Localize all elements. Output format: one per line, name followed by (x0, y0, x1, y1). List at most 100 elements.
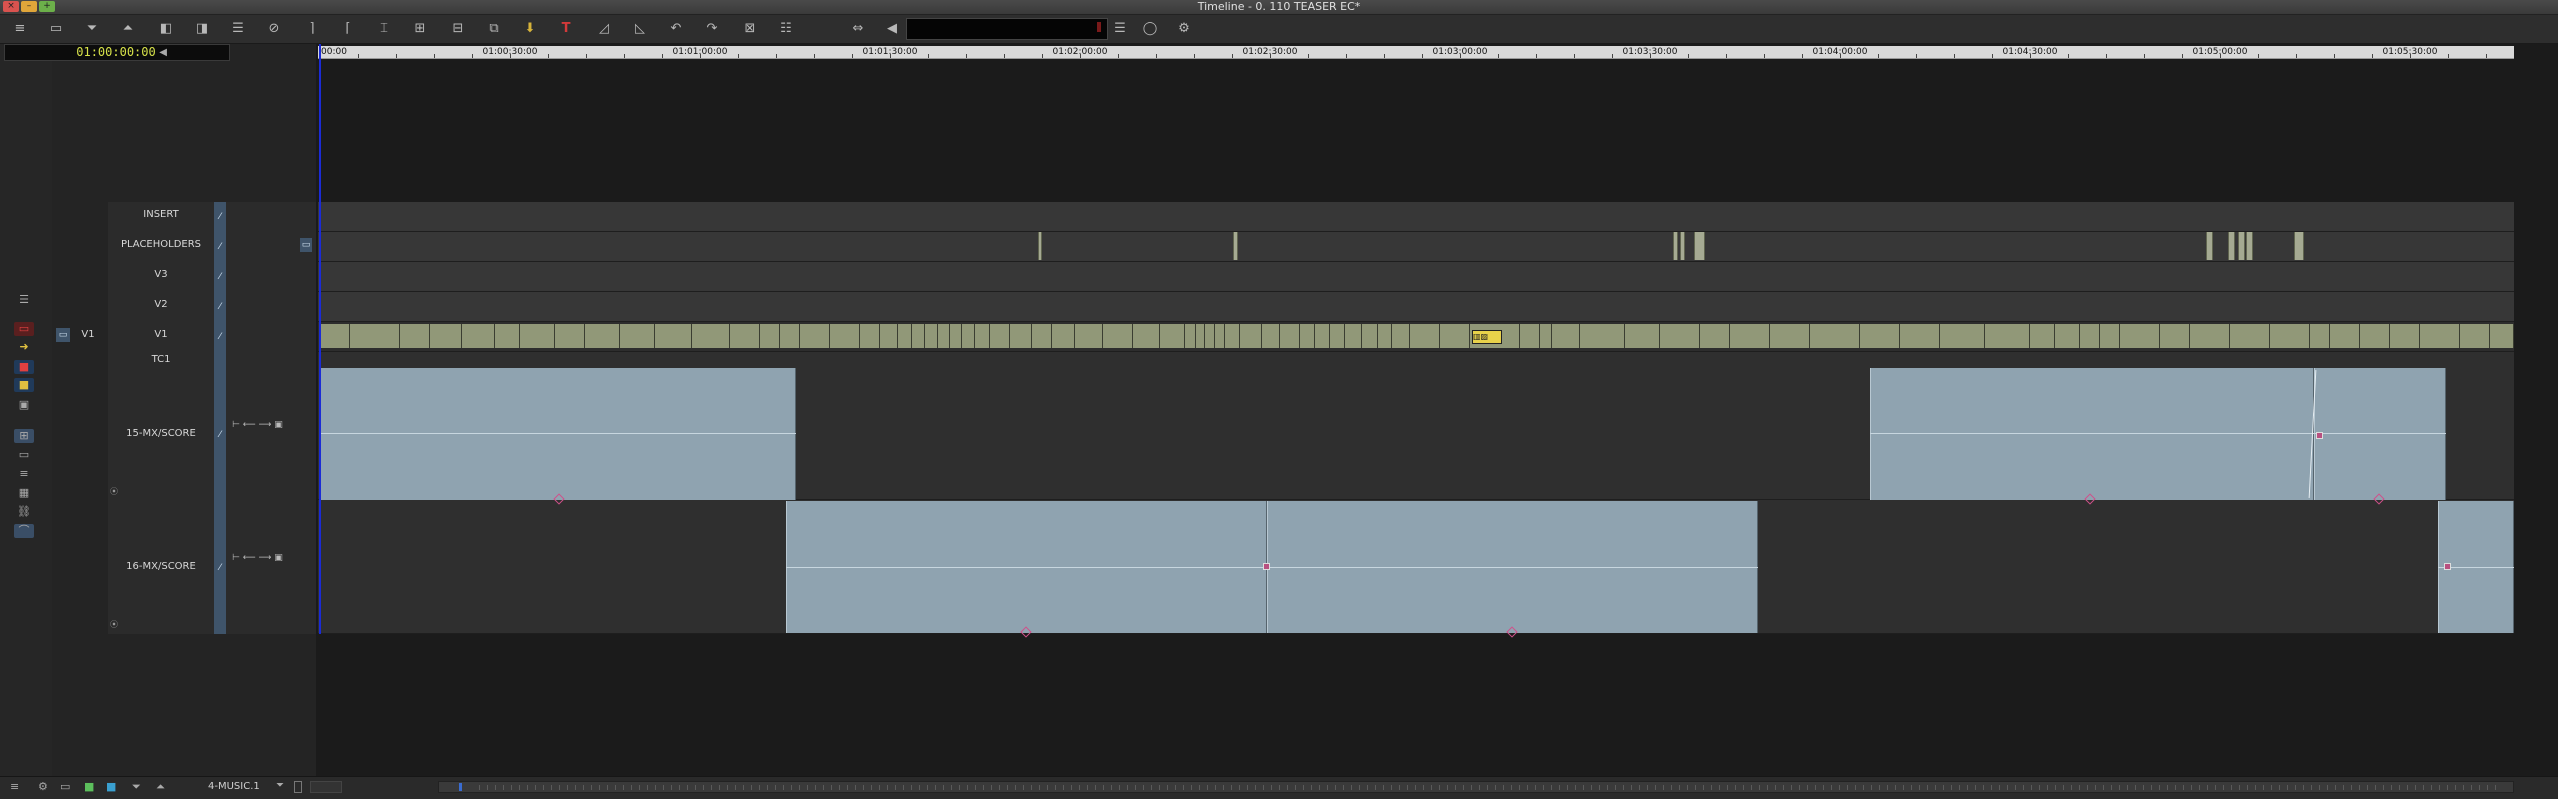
extract-icon[interactable]: ◧ (156, 20, 176, 38)
video-clip[interactable] (1810, 324, 1860, 348)
master-timecode[interactable]: 01:00:00:00 ◀ (4, 44, 230, 61)
video-clip[interactable] (1280, 324, 1300, 348)
timecode-ruler-top[interactable]: 00:00 01:00:30:00 01:01:00:00 01:01:30:00 01… (318, 46, 2514, 59)
no-entry-icon[interactable]: ⊘ (264, 20, 284, 38)
video-clip[interactable] (962, 324, 975, 348)
video-clip[interactable] (975, 324, 990, 348)
video-clip[interactable] (912, 324, 925, 348)
video-clip[interactable] (1410, 324, 1440, 348)
track-v2[interactable]: V2 (108, 299, 214, 310)
video-monitor-icon[interactable]: ■ (84, 780, 94, 793)
sequence-name[interactable]: 4-MUSIC.1 (208, 781, 260, 792)
video-clip[interactable] (430, 324, 462, 348)
menu-icon[interactable]: ≡ (10, 20, 30, 38)
volume-line[interactable] (1870, 433, 2446, 434)
video-clip[interactable] (1133, 324, 1160, 348)
video-clip[interactable] (880, 324, 898, 348)
lock-icon-v1[interactable]: ⁄ (214, 332, 226, 342)
playhead[interactable] (319, 44, 321, 634)
lower-icon[interactable]: ⏷ (82, 20, 102, 38)
v3-track-lane[interactable] (318, 262, 2514, 292)
a15-wave-icon[interactable]: ⦿ (110, 486, 118, 497)
effect-icon[interactable]: ▥▨ (1472, 330, 1502, 344)
scroll-thumb[interactable] (459, 783, 462, 791)
audio-monitor-icon[interactable]: ■ (106, 780, 116, 793)
add-marker-icon[interactable]: ⬇ (520, 20, 540, 38)
track-a16[interactable]: 16-MX/SCORE (108, 561, 214, 572)
record-track-icon[interactable]: ▭ (14, 322, 34, 336)
video-clip[interactable] (1262, 324, 1280, 348)
link-icon[interactable]: ⊠ (740, 20, 760, 38)
volume-line[interactable] (320, 433, 796, 434)
video-clip[interactable] (1052, 324, 1075, 348)
list-toggle-icon[interactable]: ☰ (14, 293, 34, 307)
segment-icon[interactable]: ⊟ (448, 20, 468, 38)
v1-source-lock-icon[interactable]: ▭ (56, 328, 70, 342)
placeholder-clip[interactable] (1038, 232, 1042, 260)
video-clip[interactable] (400, 324, 430, 348)
video-clip[interactable] (2230, 324, 2270, 348)
video-clip[interactable] (2055, 324, 2080, 348)
insert-track-lane[interactable] (318, 202, 2514, 232)
video-clip[interactable] (462, 324, 495, 348)
video-clip[interactable] (2490, 324, 2514, 348)
v2-track-lane[interactable] (318, 292, 2514, 322)
video-clip[interactable] (2190, 324, 2230, 348)
track-a15[interactable]: 15-MX/SCORE (108, 428, 214, 439)
mark-out-icon[interactable]: ⌈ (338, 20, 358, 38)
lock-icon-v2[interactable]: ⁄ (214, 302, 226, 312)
lock-icon-a16[interactable]: ⁄ (214, 563, 226, 573)
placeholder-clip[interactable] (2294, 232, 2304, 260)
video-clip[interactable] (2330, 324, 2360, 348)
video-clip[interactable] (1770, 324, 1810, 348)
video-clip[interactable] (800, 324, 830, 348)
track-v3[interactable]: V3 (108, 269, 214, 280)
up-arrow-icon[interactable]: ⏶ (156, 780, 165, 794)
video-clip[interactable] (1985, 324, 2030, 348)
placeholders-monitor-icon[interactable]: ▭ (300, 238, 312, 252)
mark-in-icon[interactable]: ⌉ (302, 20, 322, 38)
placeholder-clip[interactable] (1673, 232, 1678, 260)
timeline-scrollbar[interactable] (438, 781, 2514, 793)
placeholder-clip[interactable] (2206, 232, 2213, 260)
video-clip[interactable] (692, 324, 730, 348)
video-clip[interactable] (2100, 324, 2120, 348)
video-clip[interactable] (1315, 324, 1330, 348)
video-clip[interactable] (1552, 324, 1580, 348)
video-clip[interactable] (1540, 324, 1552, 348)
placeholder-clip[interactable] (2246, 232, 2253, 260)
video-clip[interactable] (1730, 324, 1770, 348)
rewind-icon[interactable]: ↶ (666, 20, 686, 38)
a15-audio-controls[interactable]: ⊢ ⟵ ⟶ ▣ (232, 420, 298, 434)
video-clip[interactable] (1300, 324, 1315, 348)
video-clip[interactable] (2120, 324, 2160, 348)
timecode-menu-icon[interactable]: ◀ (159, 47, 167, 58)
video-clip[interactable] (1225, 324, 1240, 348)
video-clip[interactable] (1185, 324, 1196, 348)
video-clip[interactable] (2080, 324, 2100, 348)
red-mark-icon[interactable]: T (556, 20, 576, 38)
video-clip[interactable] (780, 324, 800, 348)
lock-icon-v3[interactable]: ⁄ (214, 272, 226, 282)
video-clip[interactable] (1520, 324, 1540, 348)
mark-clip-icon[interactable]: ⌶ (374, 20, 394, 38)
video-clip[interactable] (620, 324, 655, 348)
video-clip[interactable] (520, 324, 555, 348)
video-clip[interactable] (860, 324, 880, 348)
video-clip[interactable] (1240, 324, 1262, 348)
yellow-mark-icon[interactable]: ■ (14, 378, 34, 392)
video-clip[interactable] (1205, 324, 1215, 348)
settings-icon[interactable]: ⚙ (1174, 20, 1194, 38)
trim-right-icon[interactable]: ◺ (630, 20, 650, 38)
video-clip[interactable] (1075, 324, 1103, 348)
video-clip[interactable] (1440, 324, 1470, 348)
lock-icon-a15[interactable]: ⁄ (214, 430, 226, 440)
video-clip[interactable] (655, 324, 692, 348)
placeholders-track-lane[interactable] (318, 232, 2514, 262)
video-clip[interactable] (1160, 324, 1185, 348)
video-clip[interactable] (1860, 324, 1900, 348)
video-clip[interactable] (760, 324, 780, 348)
video-clip[interactable] (938, 324, 950, 348)
circle-icon[interactable]: ◯ (1140, 20, 1160, 38)
a16-audio-controls[interactable]: ⊢ ⟵ ⟶ ▣ (232, 553, 298, 567)
